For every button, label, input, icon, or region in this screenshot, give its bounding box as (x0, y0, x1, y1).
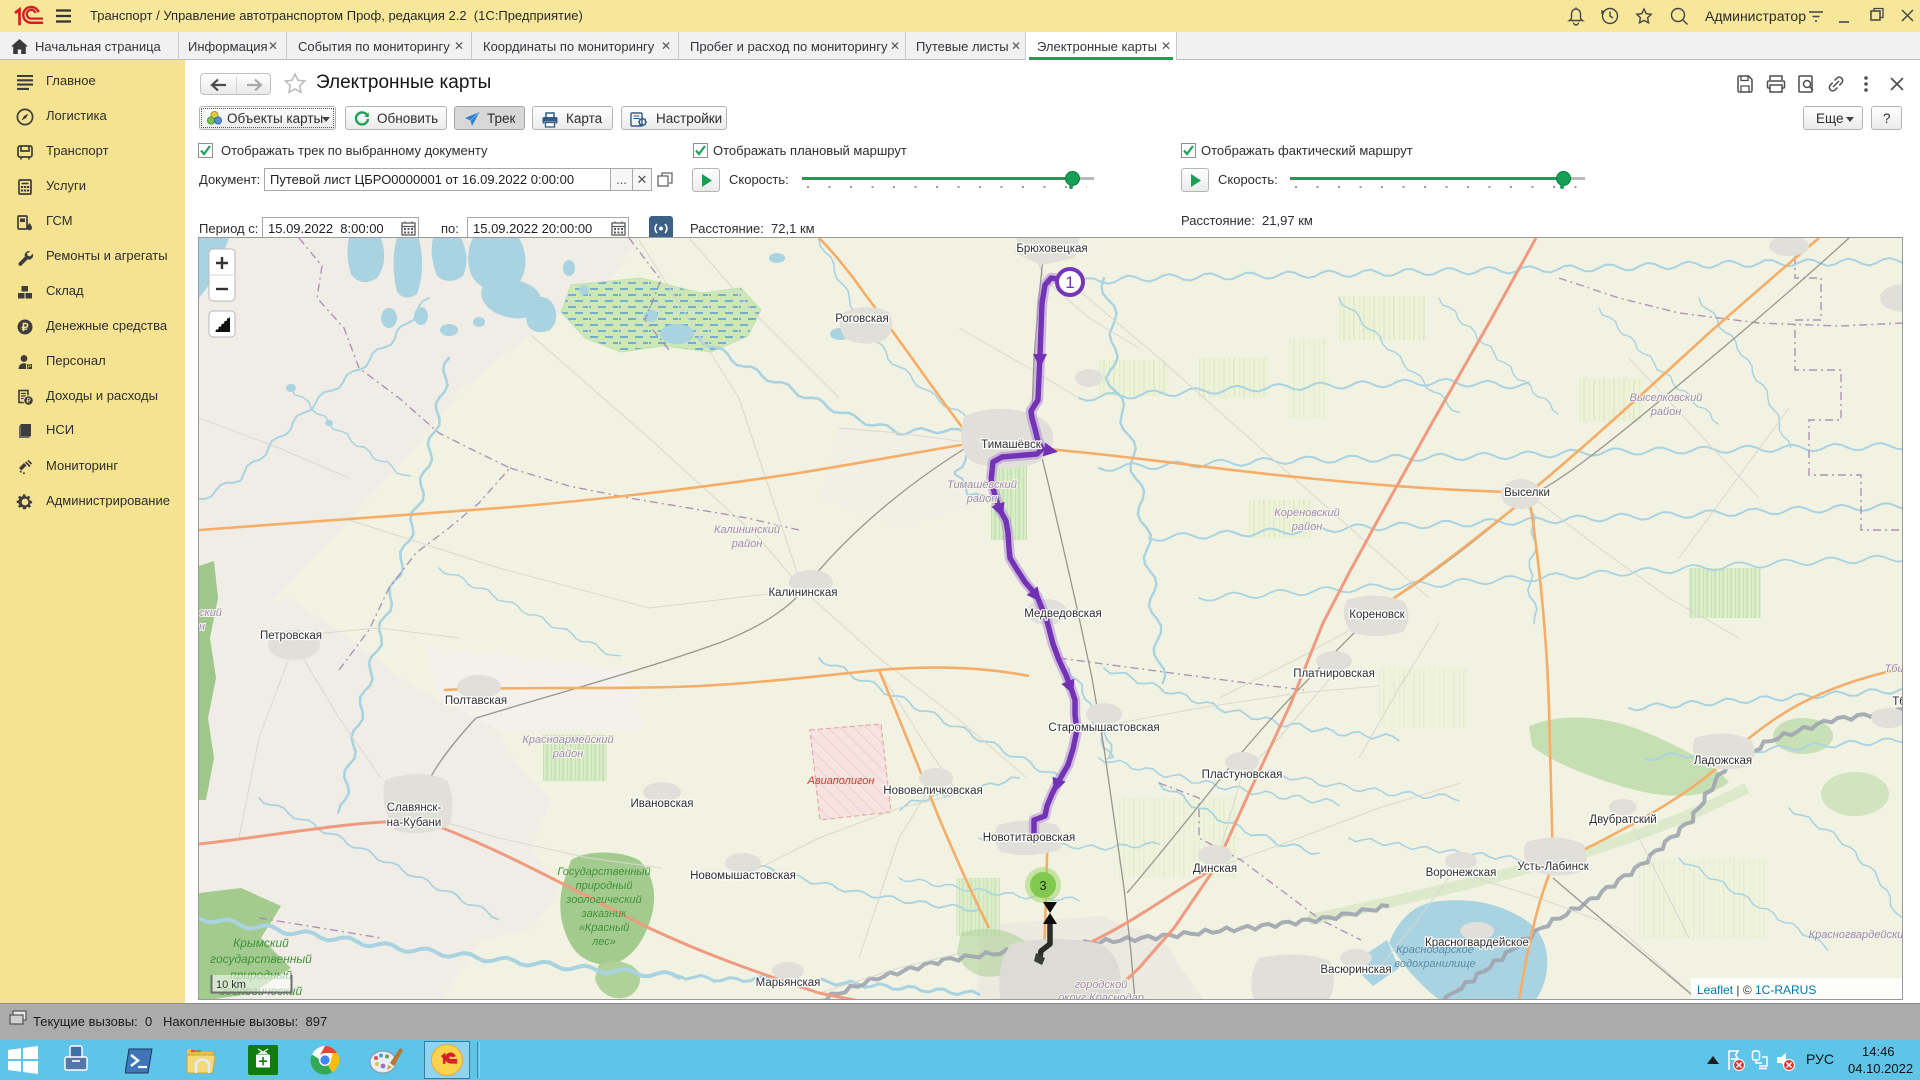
svg-text:Брюховецкая: Брюховецкая (1016, 243, 1087, 255)
svg-text:заказник: заказник (581, 908, 627, 920)
svg-text:Выселки: Выселки (1504, 487, 1550, 499)
svg-text:Государственный: Государственный (557, 866, 650, 878)
svg-text:Тби: Тби (1884, 663, 1903, 675)
svg-text:государственный: государственный (210, 952, 312, 966)
svg-text:Крымский: Крымский (233, 936, 289, 950)
svg-text:Администратор: Администратор (1705, 8, 1806, 24)
svg-text:Кореновск: Кореновск (1349, 609, 1405, 621)
svg-text:Старомышастовская: Старомышастовская (1048, 722, 1159, 734)
svg-text:ский: ский (199, 607, 222, 619)
svg-text:Медведовская: Медведовская (1024, 608, 1101, 620)
svg-text:Васюринская: Васюринская (1320, 964, 1391, 976)
svg-text:Авиаполигон: Авиаполигон (807, 775, 875, 787)
svg-text:природный: природный (576, 880, 633, 892)
svg-text:район: район (1291, 521, 1323, 533)
svg-text:Калининский: Калининский (714, 524, 780, 536)
svg-text:Ладожская: Ладожская (1694, 755, 1752, 767)
svg-text:Полтавская: Полтавская (445, 695, 507, 707)
svg-text:Р: Р (28, 364, 32, 370)
svg-text:Роговская: Роговская (835, 313, 889, 325)
svg-text:Тимашёвск: Тимашёвск (981, 439, 1042, 451)
svg-text:Leaflet | © 1C-RARUS: Leaflet | © 1C-RARUS (1697, 983, 1816, 997)
svg-text:Тимашёвский: Тимашёвский (947, 479, 1017, 491)
svg-text:округ Краснодар: округ Краснодар (1058, 992, 1144, 1000)
svg-text:н: н (199, 621, 205, 633)
svg-text:Кореновский: Кореновский (1274, 507, 1339, 519)
svg-text:район: район (552, 748, 584, 760)
svg-text:лес»: лес» (591, 936, 616, 948)
svg-text:район: район (966, 493, 998, 505)
svg-text:район: район (1650, 406, 1682, 418)
svg-text:район: район (731, 538, 763, 550)
svg-text:городской: городской (1075, 979, 1128, 991)
svg-text:3: 3 (1039, 878, 1046, 893)
svg-text:₽: ₽ (22, 322, 29, 334)
svg-text:Марьянская: Марьянская (756, 977, 821, 989)
svg-text:Новомышастовская: Новомышастовская (690, 870, 796, 882)
svg-text:Новотитаровская: Новотитаровская (983, 832, 1075, 844)
svg-text:Красногвардейский: Красногвардейский (1809, 929, 1903, 941)
svg-text:«Красный: «Красный (579, 922, 630, 934)
svg-text:Воронежская: Воронежская (1426, 867, 1497, 879)
svg-text:10 km: 10 km (216, 979, 246, 991)
svg-text:Петровская: Петровская (260, 630, 322, 642)
svg-text:₽: ₽ (26, 397, 31, 405)
svg-text:1: 1 (1065, 273, 1074, 292)
svg-text:Усть-Лабинск: Усть-Лабинск (1517, 861, 1589, 873)
svg-text:Платнировская: Платнировская (1293, 668, 1375, 680)
svg-text:Красноармейский: Красноармейский (522, 734, 613, 746)
svg-text:Выселковский: Выселковский (1630, 392, 1703, 404)
svg-text:Ивановская: Ивановская (630, 798, 693, 810)
svg-text:водохранилище: водохранилище (1394, 958, 1475, 970)
svg-text:Динская: Динская (1193, 863, 1237, 875)
svg-text:Славянск-: Славянск- (387, 802, 442, 814)
svg-text:Тб: Тб (1892, 696, 1903, 708)
svg-text:Калининская: Калининская (768, 587, 837, 599)
svg-text:Краснодарское: Краснодарское (1396, 944, 1474, 956)
svg-text:Двубратский: Двубратский (1589, 814, 1656, 826)
svg-text:зоологический: зоологический (565, 894, 641, 906)
svg-text:Пластуновская: Пластуновская (1202, 769, 1283, 781)
svg-text:на-Кубани: на-Кубани (387, 817, 442, 829)
svg-text:Нововеличковская: Нововеличковская (883, 785, 982, 797)
